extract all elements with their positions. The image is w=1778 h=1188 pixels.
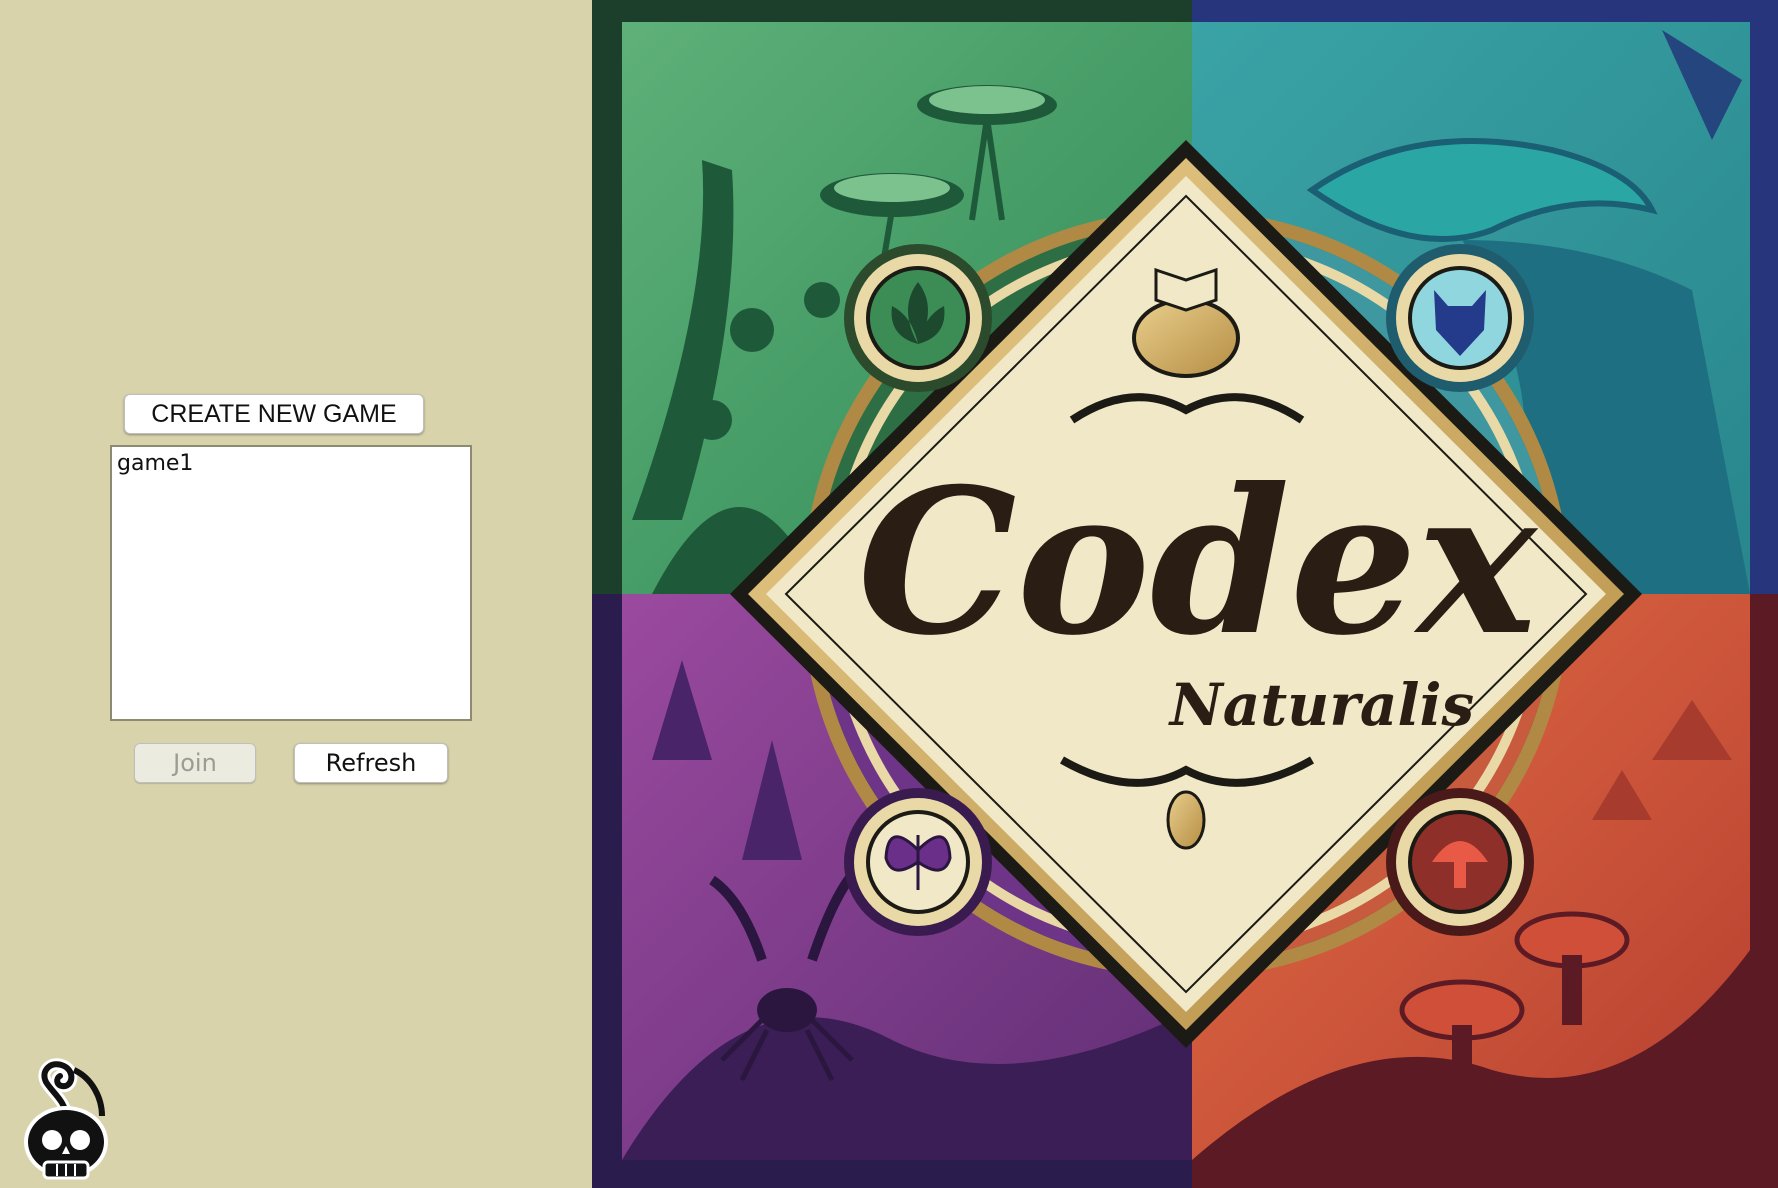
join-button[interactable]: Join [134,743,256,783]
game-cover-art: Codex Naturalis [592,0,1778,1188]
game-list[interactable]: game1 [110,445,472,721]
fox-icon [1386,244,1534,392]
cover-title: Codex [858,445,1540,680]
lobby-panel: CREATE NEW GAME game1 Join Refresh [0,0,592,1188]
butterfly-icon [844,788,992,936]
cover-subtitle: Naturalis [1168,671,1474,739]
mushroom-icon [1386,788,1534,936]
create-new-game-button[interactable]: CREATE NEW GAME [124,394,424,434]
game-list-item[interactable]: game1 [117,451,465,477]
leaf-icon [844,244,992,392]
refresh-button[interactable]: Refresh [294,743,448,783]
skull-icon [24,1058,108,1180]
